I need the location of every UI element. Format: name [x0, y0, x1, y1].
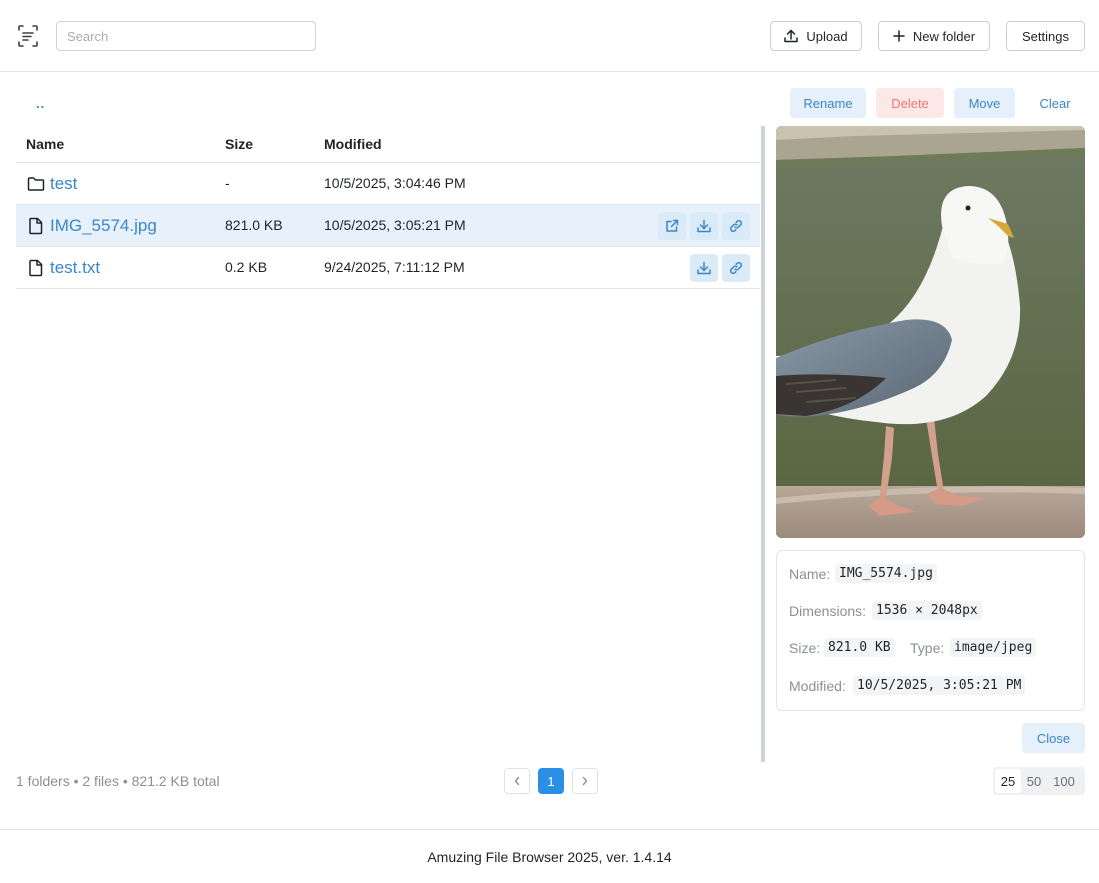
- copy-link-button[interactable]: [722, 212, 750, 240]
- open-external-button[interactable]: [658, 212, 686, 240]
- seagull-image: [776, 126, 1085, 538]
- settings-label: Settings: [1022, 28, 1069, 44]
- file-name-link[interactable]: test.txt: [50, 258, 100, 278]
- page-button-current[interactable]: 1: [538, 768, 564, 794]
- download-button[interactable]: [690, 254, 718, 282]
- table-row-folder[interactable]: test - 10/5/2025, 3:04:46 PM: [16, 163, 760, 205]
- new-folder-label: New folder: [912, 28, 976, 44]
- file-modified: 9/24/2025, 7:11:12 PM: [324, 259, 465, 275]
- detail-size-value: 821.0 KB: [824, 638, 895, 657]
- settings-button[interactable]: Settings: [1006, 21, 1085, 51]
- table-header: Name Size Modified: [16, 126, 760, 163]
- download-icon: [697, 261, 711, 275]
- upload-label: Upload: [806, 28, 848, 44]
- table-row[interactable]: test.txt 0.2 KB 9/24/2025, 7:11:12 PM: [16, 247, 760, 289]
- next-page-button[interactable]: [572, 768, 598, 794]
- file-size: 821.0 KB: [225, 217, 283, 233]
- detail-modified-label: Modified:: [789, 678, 846, 694]
- detail-name-label: Name:: [789, 566, 831, 582]
- search-input[interactable]: [56, 21, 316, 51]
- file-table: Name Size Modified test - 10/5/2025, 3:0…: [16, 126, 760, 289]
- file-icon: [29, 259, 43, 277]
- image-preview: [776, 126, 1085, 538]
- file-modified: 10/5/2025, 3:04:46 PM: [324, 175, 466, 191]
- table-row-selected[interactable]: IMG_5574.jpg 821.0 KB 10/5/2025, 3:05:21…: [16, 205, 760, 247]
- column-header-name[interactable]: Name: [26, 136, 64, 152]
- rename-button[interactable]: Rename: [790, 88, 866, 118]
- page-size-option-25[interactable]: 25: [995, 769, 1021, 793]
- detail-name-value: IMG_5574.jpg: [835, 564, 937, 583]
- file-modified: 10/5/2025, 3:05:21 PM: [324, 217, 466, 233]
- app-logo-icon[interactable]: [17, 24, 39, 48]
- detail-size-label: Size:: [789, 640, 821, 656]
- file-name-link[interactable]: IMG_5574.jpg: [50, 216, 157, 236]
- upload-icon: [784, 29, 799, 43]
- open-external-icon: [666, 219, 679, 232]
- parent-directory-link[interactable]: ..: [36, 96, 45, 111]
- detail-dimensions-label: Dimensions:: [789, 603, 867, 619]
- page-size-selector: 25 50 100: [993, 767, 1085, 795]
- download-button[interactable]: [690, 212, 718, 240]
- folder-icon: [27, 177, 45, 191]
- file-size: 0.2 KB: [225, 259, 268, 275]
- detail-type-label: Type:: [910, 640, 945, 656]
- column-header-size[interactable]: Size: [225, 136, 253, 152]
- file-details-panel: Name: IMG_5574.jpg Dimensions: 1536 × 20…: [776, 550, 1085, 711]
- panel-resize-handle[interactable]: [761, 126, 765, 762]
- file-name-link[interactable]: test: [50, 174, 77, 194]
- clear-selection-button[interactable]: Clear: [1025, 88, 1085, 118]
- new-folder-button[interactable]: New folder: [878, 21, 990, 51]
- footer-version-text: Amuzing File Browser 2025, ver. 1.4.14: [427, 848, 672, 865]
- file-icon: [29, 217, 43, 235]
- upload-button[interactable]: Upload: [770, 21, 862, 51]
- page-size-option-100[interactable]: 100: [1047, 769, 1081, 793]
- app-header: Upload New folder Settings: [0, 0, 1099, 72]
- page-size-option-50[interactable]: 50: [1021, 769, 1047, 793]
- link-icon: [729, 219, 743, 233]
- folder-summary: 1 folders • 2 files • 821.2 KB total: [16, 773, 220, 789]
- link-icon: [729, 261, 743, 275]
- move-button[interactable]: Move: [954, 88, 1015, 118]
- close-preview-button[interactable]: Close: [1022, 723, 1085, 753]
- download-icon: [697, 219, 711, 233]
- detail-dimensions-value: 1536 × 2048px: [872, 601, 982, 620]
- detail-modified-value: 10/5/2025, 3:05:21 PM: [853, 676, 1026, 695]
- chevron-right-icon: [582, 776, 588, 786]
- chevron-left-icon: [514, 776, 520, 786]
- file-size: -: [225, 175, 230, 191]
- app-footer: Amuzing File Browser 2025, ver. 1.4.14: [0, 829, 1099, 883]
- detail-type-value: image/jpeg: [950, 638, 1037, 657]
- copy-link-button[interactable]: [722, 254, 750, 282]
- column-header-modified[interactable]: Modified: [324, 136, 382, 152]
- delete-button[interactable]: Delete: [876, 88, 944, 118]
- prev-page-button[interactable]: [504, 768, 530, 794]
- plus-icon: [893, 30, 905, 42]
